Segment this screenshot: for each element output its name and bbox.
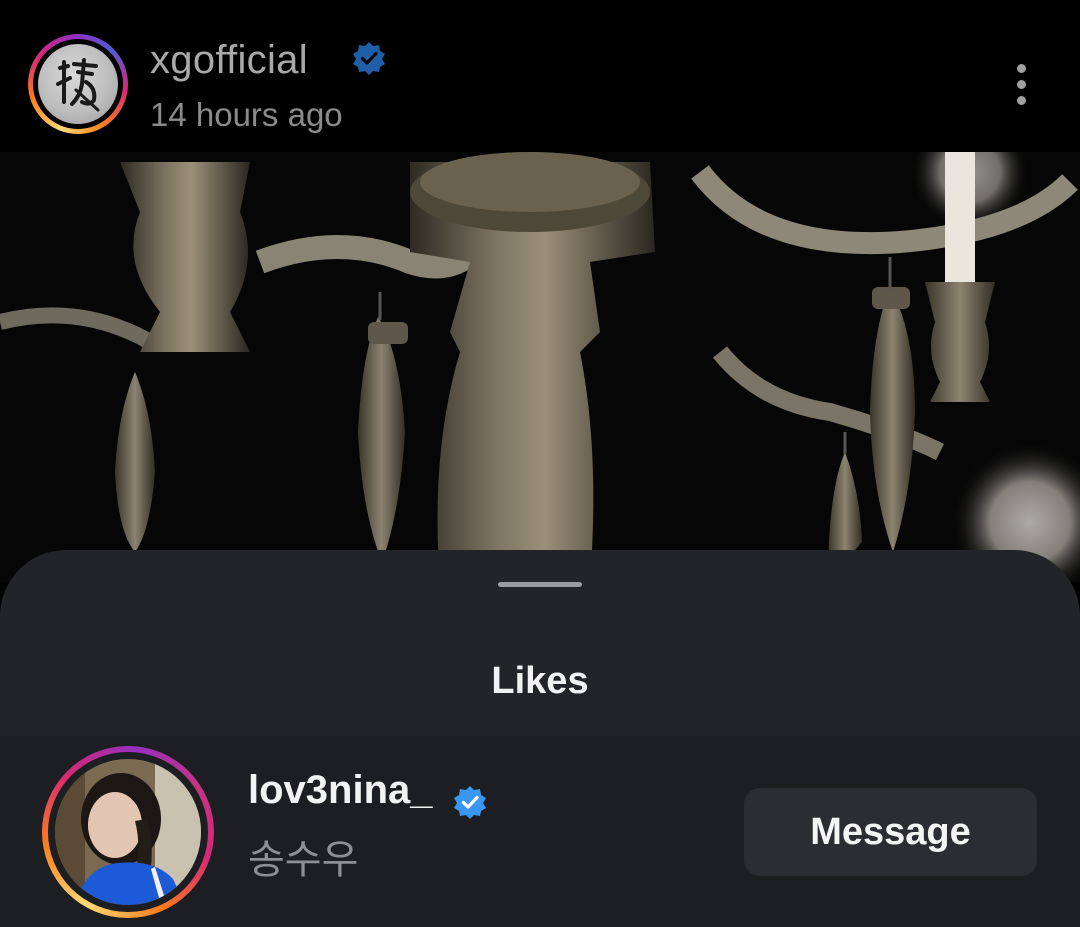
post-author-avatar[interactable] — [28, 34, 128, 134]
message-button[interactable]: Message — [744, 788, 1037, 876]
liker-full-name: 송수우 — [248, 838, 359, 882]
avatar[interactable] — [42, 746, 214, 918]
chandelier-photo — [0, 152, 1080, 582]
verified-badge-icon — [353, 42, 385, 75]
post-image[interactable] — [0, 152, 1080, 582]
profile-photo — [55, 759, 201, 905]
sheet-drag-handle[interactable] — [498, 582, 582, 587]
post-timestamp: 14 hours ago — [150, 96, 343, 133]
post-header: xgofficial 14 hours ago — [0, 0, 1080, 152]
list-item[interactable]: lov3nina_ 송수우 Message — [0, 736, 1080, 927]
calligraphy-logo-icon — [38, 44, 118, 124]
liker-username[interactable]: lov3nina_ — [248, 766, 433, 814]
verified-badge-icon — [454, 786, 486, 819]
sheet-title: Likes — [491, 660, 589, 702]
likes-bottom-sheet: Likes lov3nina_ 송수우 Message — [0, 550, 1080, 927]
more-vertical-icon[interactable] — [1002, 60, 1042, 110]
post-author-username[interactable]: xgofficial — [150, 36, 308, 84]
